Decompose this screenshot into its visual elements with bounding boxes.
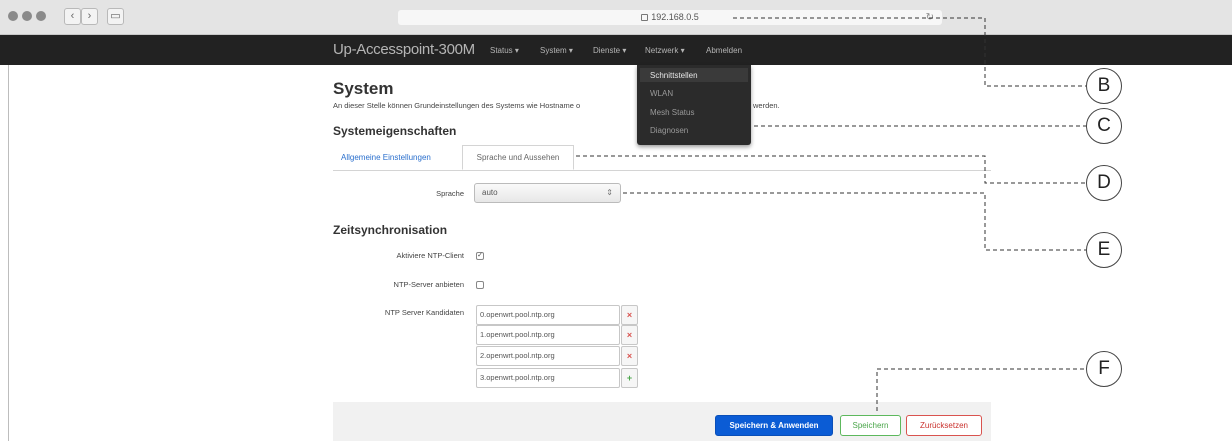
callout-line-d bbox=[576, 155, 1086, 184]
callout-line-f bbox=[876, 368, 1086, 411]
callout-f: F bbox=[1086, 351, 1122, 387]
callout-lines bbox=[576, 17, 1086, 411]
callout-line-e bbox=[623, 192, 1086, 251]
callout-c: C bbox=[1086, 108, 1122, 144]
callout-line-b bbox=[733, 17, 1086, 87]
callout-b: B bbox=[1086, 68, 1122, 104]
callout-e: E bbox=[1086, 232, 1122, 268]
callout-d: D bbox=[1086, 165, 1122, 201]
